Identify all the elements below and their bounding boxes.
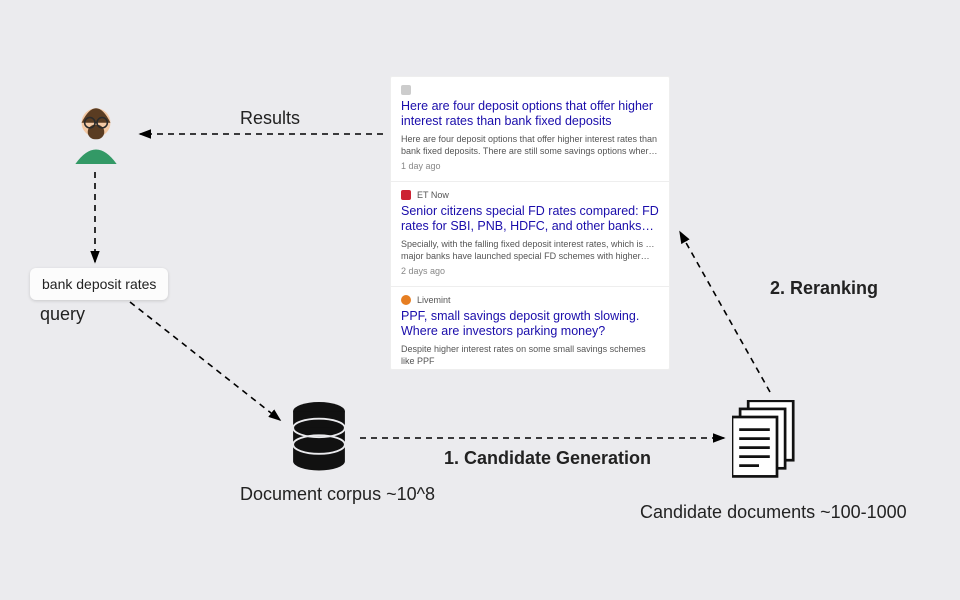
step2-label: 2. Reranking: [770, 278, 878, 299]
query-text: bank deposit rates: [30, 268, 168, 300]
user-icon: [63, 100, 129, 166]
step1-label: 1. Candidate Generation: [444, 448, 651, 469]
source-favicon: [401, 85, 411, 95]
results-panel: Here are four deposit options that offer…: [390, 76, 670, 370]
result-card: Here are four deposit options that offer…: [391, 77, 669, 182]
result-snippet: Specially, with the falling fixed deposi…: [401, 238, 659, 262]
candidates-label: Candidate documents ~100-1000: [640, 502, 907, 523]
result-card: ET Now Senior citizens special FD rates …: [391, 182, 669, 287]
result-title: Here are four deposit options that offer…: [401, 99, 659, 129]
result-snippet: Here are four deposit options that offer…: [401, 133, 659, 157]
source-favicon: [401, 190, 411, 200]
corpus-label: Document corpus ~10^8: [240, 484, 435, 505]
result-title: Senior citizens special FD rates compare…: [401, 204, 659, 234]
query-value: bank deposit rates: [42, 276, 156, 292]
database-icon: [288, 402, 350, 476]
results-label: Results: [240, 108, 300, 129]
source-favicon: [401, 295, 411, 305]
result-title: PPF, small savings deposit growth slowin…: [401, 309, 659, 339]
result-source: ET Now: [417, 190, 449, 200]
result-age: 2 days ago: [401, 266, 659, 276]
result-snippet: Despite higher interest rates on some sm…: [401, 343, 659, 367]
result-source: Livemint: [417, 295, 451, 305]
result-age: 1 day ago: [401, 161, 659, 171]
query-label: query: [40, 304, 85, 325]
documents-icon: [732, 400, 804, 488]
result-card: Livemint PPF, small savings deposit grow…: [391, 287, 669, 369]
